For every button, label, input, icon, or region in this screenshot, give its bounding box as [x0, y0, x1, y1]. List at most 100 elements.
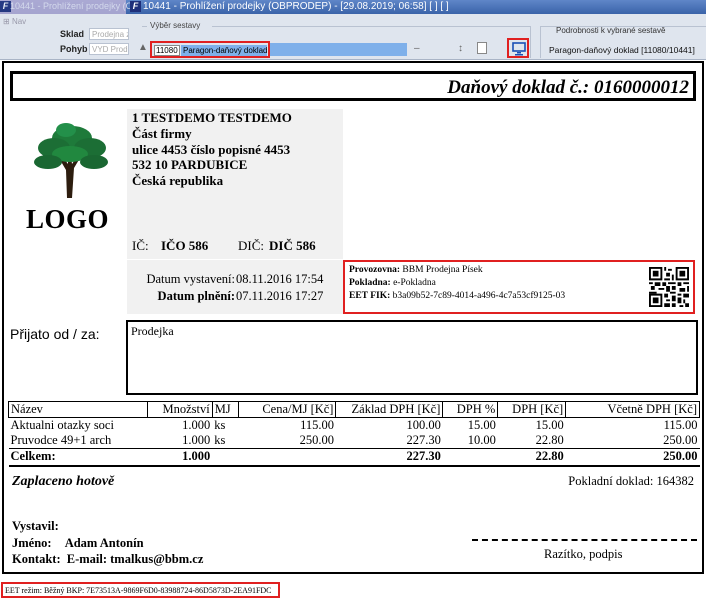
received-box: Prodejka — [126, 320, 698, 395]
cell — [442, 448, 498, 467]
detail-value: Paragon-daňový doklad [11080/10441] — [549, 45, 695, 55]
group-border — [212, 26, 530, 27]
fulfilled-label: Datum plnění: — [157, 289, 235, 303]
eet-footer-text: EET režim: Běžný BKP: 7E73513A-9869F6D0-… — [5, 586, 272, 595]
fulfilled-value: 07.11.2016 17:27 — [236, 289, 324, 303]
preview-button[interactable] — [507, 38, 529, 58]
received-value: Prodejka — [131, 324, 174, 338]
sort-icon[interactable]: ↕ — [458, 43, 463, 54]
nav-button[interactable]: ⊞ Nav — [3, 17, 26, 26]
sklad-field[interactable]: Prodejna z — [89, 28, 129, 40]
dic-label: DIČ: — [238, 238, 264, 253]
header-vcetne: Včetně DPH [Kč] — [565, 401, 700, 418]
header-cena: Cena/MJ [Kč] — [237, 401, 337, 418]
issuer-contact-line: Kontakt: E-mail: tmalkus@bbm.cz — [12, 552, 203, 567]
report-select-highlight[interactable] — [270, 43, 407, 56]
pohyb-field[interactable]: VYD Prode — [89, 43, 129, 55]
scroll-up-icon[interactable]: ▲ — [138, 42, 148, 53]
eet-provozovna-label: Provozovna: — [349, 265, 401, 275]
cell: 1.000 — [147, 433, 213, 449]
group-border — [530, 26, 531, 58]
logo-text: LOGO — [26, 204, 110, 234]
cell — [238, 448, 336, 467]
cell: 100.00 — [406, 418, 441, 432]
header-zaklad: Základ DPH [Kč] — [335, 401, 444, 418]
cell: Pruvodce 49+1 arch — [8, 433, 148, 449]
eet-fik-value: b3a09b52-7c89-4014-a496-4c7a53cf9125-03 — [392, 291, 566, 301]
report-select-field[interactable]: 11080 Paragon-daňový doklad — [150, 41, 270, 58]
header-dph-pct: DPH % — [442, 401, 499, 418]
group-border — [142, 26, 147, 27]
dates-box — [127, 260, 343, 314]
cell: 1.000 — [182, 418, 211, 432]
group-border — [540, 26, 541, 58]
cell: ks — [214, 418, 226, 432]
eet-info-box: Provozovna: BBM Prodejna Písek Pokladna:… — [343, 260, 695, 314]
company-name: 1 TESTDEMO TESTDEMO — [132, 110, 292, 125]
total-row: Celkem: 1.000 227.30 22.80 250.00 — [8, 448, 700, 467]
cell: 15.00 — [467, 418, 496, 432]
eet-provozovna-value: BBM Prodejna Písek — [402, 265, 483, 275]
table-row: Aktualni otazky soci 1.000 ks 115.00 100… — [9, 418, 700, 434]
vyber-group-title: Výběr sestavy — [150, 21, 201, 30]
dic-value: DIČ 586 — [269, 238, 316, 253]
minus-icon[interactable]: – — [414, 43, 420, 54]
eet-fik: EET FIK: b3a09b52-7c89-4014-a496-4c7a53c… — [349, 291, 565, 301]
cell: 250.00 — [238, 433, 336, 449]
contact-label: Kontakt: — [12, 552, 61, 566]
cell: ks — [212, 433, 239, 449]
company-street: ulice 4453 číslo popisné 4453 — [132, 142, 291, 157]
document-title-box: Daňový doklad č.: 0160000012 — [10, 71, 696, 101]
report-name[interactable]: Paragon-daňový doklad — [181, 45, 268, 56]
total-gross: 250.00 — [565, 448, 700, 467]
stamp-label: Razítko, podpis — [544, 547, 623, 561]
header-dph: DPH [Kč] — [497, 401, 567, 418]
eet-pokladna-value: e-Pokladna — [393, 278, 436, 288]
contact-value: E-mail: tmalkus@bbm.cz — [66, 552, 204, 566]
eet-footer-box: EET režim: Běžný BKP: 7E73513A-9869F6D0-… — [1, 582, 280, 598]
table-header-row: Název Množství MJ Cena/MJ [Kč] Základ DP… — [8, 401, 700, 418]
issued-label: Datum vystavení: — [146, 272, 235, 286]
header-mj: MJ — [211, 401, 239, 418]
inactive-window-tab[interactable]: F 10441 - Prohlížení prodejky (O — [0, 0, 133, 14]
received-label: Přijato od / za: — [10, 326, 100, 342]
inactive-window-title: 10441 - Prohlížení prodejky (O — [10, 1, 133, 11]
document-title: Daňový doklad č.: 0160000012 — [447, 77, 689, 98]
cell: 22.80 — [497, 433, 566, 449]
company-country: Česká republika — [132, 173, 224, 188]
eet-pokladna: Pokladna: e-Pokladna — [349, 278, 436, 288]
cell: 115.00 — [663, 418, 698, 432]
cell: 115.00 — [300, 418, 334, 432]
items-table: Název Množství MJ Cena/MJ [Kč] Základ DP… — [8, 401, 700, 467]
document-icon[interactable] — [477, 42, 487, 54]
header-mnozstvi: Množství — [146, 401, 213, 418]
signature-line — [472, 539, 697, 541]
report-code[interactable]: 11080 — [154, 45, 180, 56]
sklad-label: Sklad — [60, 29, 85, 39]
detail-group-title: Podrobnosti k vybrané sestavě — [556, 26, 666, 35]
issuer-label: Vystavil: — [12, 519, 59, 533]
window-title: 10441 - Prohlížení prodejky (OBPRODEP) -… — [143, 1, 449, 12]
table-row: Pruvodce 49+1 arch 1.000 ks 250.00 227.3… — [8, 433, 700, 449]
ic-value: IČO 586 — [161, 238, 209, 253]
total-label: Celkem: — [8, 448, 148, 467]
total-vat: 22.80 — [497, 448, 566, 467]
issued-value: 08.11.2016 17:54 — [236, 272, 324, 286]
nav-label: Nav — [11, 17, 27, 26]
qr-code-icon — [649, 267, 689, 307]
monitor-icon — [512, 42, 526, 56]
receipt-number: Pokladní doklad: 164382 — [568, 474, 694, 488]
ic-label: IČ: — [132, 238, 149, 253]
app-icon: F — [130, 1, 141, 12]
tax-document: Daňový doklad č.: 0160000012 LOGO 1 TEST… — [2, 61, 704, 574]
total-base: 227.30 — [335, 448, 443, 467]
cell: 227.30 — [335, 433, 443, 449]
pohyb-label: Pohyb — [60, 44, 88, 54]
issuer-name-line: Jméno: Adam Antonín — [12, 536, 144, 551]
cell: Aktualni otazky soci — [10, 418, 114, 432]
eet-provozovna: Provozovna: BBM Prodejna Písek — [349, 265, 483, 275]
cell: 10.00 — [442, 433, 498, 449]
cell: 250.00 — [565, 433, 700, 449]
company-part: Část firmy — [132, 126, 192, 141]
cell: 15.00 — [535, 418, 564, 432]
